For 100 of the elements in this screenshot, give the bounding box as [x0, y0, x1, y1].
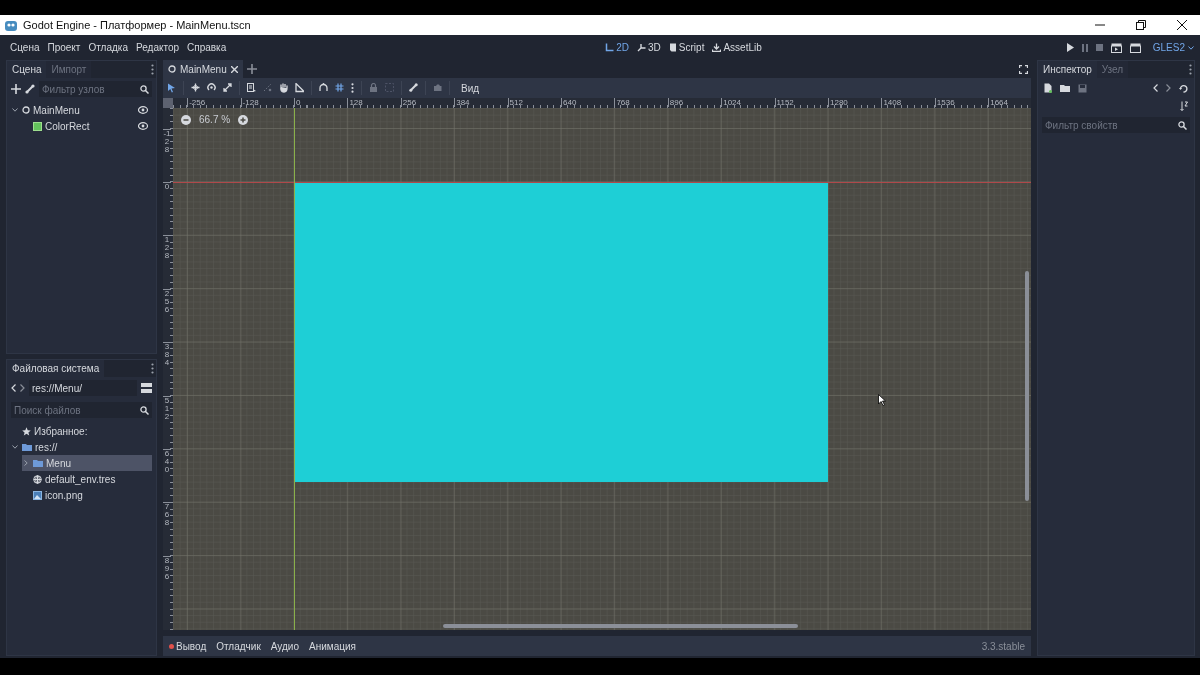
lock-icon[interactable]: [369, 83, 378, 93]
close-icon[interactable]: [1177, 20, 1187, 30]
menu-item[interactable]: Проект: [43, 42, 85, 53]
ruler-label: 512: [163, 395, 171, 421]
workspace-tab[interactable]: AssetLib: [712, 42, 762, 53]
dock-tab[interactable]: Инспектор: [1038, 61, 1097, 78]
search-icon[interactable]: [1178, 120, 1187, 130]
save-icon[interactable]: [1078, 83, 1087, 93]
eye-icon[interactable]: [138, 106, 148, 114]
favorites-label: Избранное:: [34, 425, 88, 437]
ring-icon: [168, 65, 176, 73]
menu-item[interactable]: Редактор: [131, 42, 183, 53]
dock-tab[interactable]: Сцена: [7, 61, 47, 78]
ruler-label: 1024: [721, 98, 741, 107]
ruler-label: 0: [294, 98, 301, 107]
ring-icon: [22, 106, 30, 114]
ruler-icon[interactable]: [295, 83, 304, 93]
bottom-panel-tab[interactable]: Анимация: [309, 640, 356, 652]
workspace-tab[interactable]: 3D: [637, 42, 661, 53]
pause-icon[interactable]: [1081, 43, 1088, 52]
search-icon[interactable]: [140, 405, 149, 415]
ruler-label: 1280: [828, 98, 848, 107]
tree-item[interactable]: ColorRect: [45, 120, 90, 132]
path-field[interactable]: res://Menu/: [29, 380, 137, 396]
file-row[interactable]: default_env.tres: [22, 471, 152, 487]
workspace-tab[interactable]: Script: [668, 42, 705, 53]
move-icon[interactable]: [191, 83, 200, 93]
bone-icon[interactable]: [409, 83, 418, 93]
list-select-icon[interactable]: [247, 83, 256, 93]
chevron-down-icon: [1188, 45, 1194, 50]
ruler-label: 768: [163, 502, 171, 528]
ruler-label: 1664: [988, 98, 1008, 107]
scrollbar[interactable]: [1025, 271, 1029, 501]
ruler-label: 128: [347, 98, 363, 107]
zoom-in-icon[interactable]: [238, 114, 249, 125]
menu-icon[interactable]: [351, 83, 354, 93]
bottom-panel-tab[interactable]: Вывод: [169, 640, 207, 652]
plus-icon[interactable]: [246, 64, 257, 74]
restore-icon[interactable]: [1136, 20, 1146, 30]
pointer-icon[interactable]: [167, 83, 176, 93]
file-name: default_env.tres: [45, 473, 116, 485]
ruler-corner: [163, 98, 173, 108]
menu-item[interactable]: Сцена: [6, 42, 44, 53]
chevron-right-icon[interactable]: [24, 460, 28, 466]
new-file-icon[interactable]: [1044, 83, 1052, 93]
clapperboard-icon[interactable]: [1129, 42, 1141, 53]
file-name: res://: [35, 441, 58, 453]
tree-item[interactable]: MainMenu: [33, 104, 80, 116]
menu-icon[interactable]: [1188, 64, 1192, 75]
scrollbar[interactable]: [443, 624, 798, 628]
ruler-label: 768: [614, 98, 630, 107]
zoom-out-icon[interactable]: [181, 114, 191, 125]
ruler-label: 512: [507, 98, 523, 107]
snap-icon[interactable]: [319, 83, 328, 93]
ruler-label: 0: [163, 182, 171, 191]
bottom-panel-tab[interactable]: Отладчик: [216, 640, 261, 652]
zoom-level[interactable]: 66.7 %: [199, 114, 231, 125]
link-icon[interactable]: [25, 84, 35, 94]
renderer-dropdown[interactable]: GLES2: [1152, 42, 1194, 53]
dock-tab[interactable]: Файловая система: [7, 360, 105, 377]
chevron-down-icon[interactable]: [12, 445, 18, 449]
menu-icon[interactable]: [150, 64, 154, 75]
bottom-panel-tab[interactable]: Аудио: [270, 640, 299, 652]
menu-item[interactable]: Отладка: [84, 42, 132, 53]
view-menu[interactable]: Вид: [457, 82, 484, 94]
play-icon[interactable]: [1066, 43, 1074, 52]
ruler-label: 896: [163, 555, 171, 581]
sort-icon[interactable]: [1180, 101, 1188, 111]
stop-icon[interactable]: [1095, 44, 1103, 51]
list-view-icon[interactable]: [141, 383, 152, 393]
workspace-tab[interactable]: 2D: [605, 42, 630, 53]
scene-tab[interactable]: MainMenu: [163, 60, 243, 78]
fullscreen-icon[interactable]: [1019, 64, 1028, 74]
search-icon[interactable]: [140, 84, 149, 94]
globe-icon: [33, 474, 42, 484]
chevron-down-icon[interactable]: [12, 108, 18, 112]
rotate-icon[interactable]: [207, 83, 216, 93]
scale-icon[interactable]: [223, 83, 232, 93]
ruler-label: 128: [163, 235, 171, 261]
image-icon: [33, 490, 42, 500]
menu-item[interactable]: Справка: [183, 42, 231, 53]
ruler-label: 256: [400, 98, 417, 107]
file-row[interactable]: icon.png: [22, 487, 152, 503]
grid-snap-icon[interactable]: [335, 83, 344, 93]
ruler-label: -256: [187, 98, 206, 107]
hand-icon[interactable]: [279, 83, 288, 93]
menu-icon[interactable]: [150, 363, 154, 374]
ruler-label: -128: [240, 98, 259, 107]
download-icon: [712, 43, 722, 52]
file-row[interactable]: Menu: [22, 455, 152, 471]
file-row[interactable]: res://: [11, 439, 152, 455]
scroll-icon: [668, 43, 677, 52]
history-icon[interactable]: [1179, 83, 1188, 93]
eye-icon[interactable]: [138, 122, 148, 130]
clapperboard-icon[interactable]: [1110, 42, 1122, 53]
folder-icon[interactable]: [1060, 84, 1070, 92]
star-icon: [22, 426, 31, 436]
file-name: icon.png: [45, 489, 83, 501]
axes-icon: [637, 43, 647, 52]
version-label: 3.3.stable: [981, 640, 1025, 652]
